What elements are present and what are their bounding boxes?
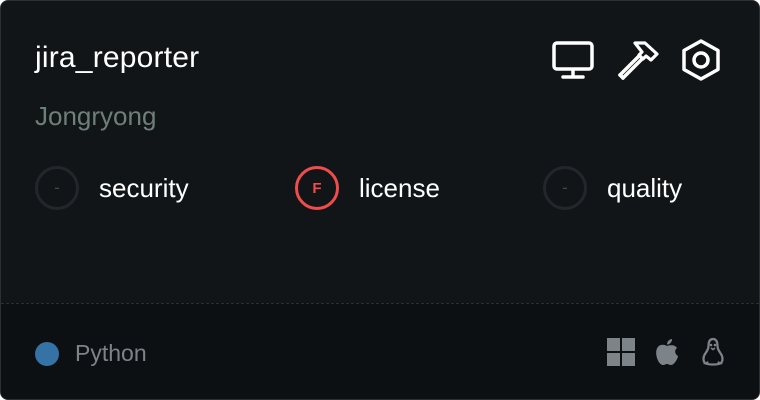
license-label: license [359,172,440,203]
header-icons [551,38,723,82]
desktop-monitor-icon[interactable] [551,38,595,82]
card-footer: Python [1,303,759,399]
quality-grade-badge: - [543,166,587,210]
settings-hexagon-icon[interactable] [679,38,723,82]
project-card[interactable]: jira_reporter Jongryong - security F lic… [0,0,760,400]
platform-icons [607,336,727,368]
license-grade-badge: F [295,166,339,210]
metric-security[interactable]: - security [35,163,189,213]
language-color-dot [35,341,59,366]
metrics-row: - security F license - quality [35,163,735,213]
hammer-icon[interactable] [615,38,659,82]
metric-license[interactable]: F license [295,163,440,213]
project-author[interactable]: Jongryong [35,99,156,133]
quality-label: quality [607,172,683,203]
apple-icon [653,336,681,368]
windows-icon [607,336,635,368]
security-grade-badge: - [35,166,79,210]
metric-quality[interactable]: - quality [543,163,682,213]
linux-icon [699,336,727,368]
security-label: security [99,172,189,203]
project-title[interactable]: jira_reporter [35,39,199,77]
language-indicator: Python [35,340,147,367]
language-name: Python [75,340,147,366]
